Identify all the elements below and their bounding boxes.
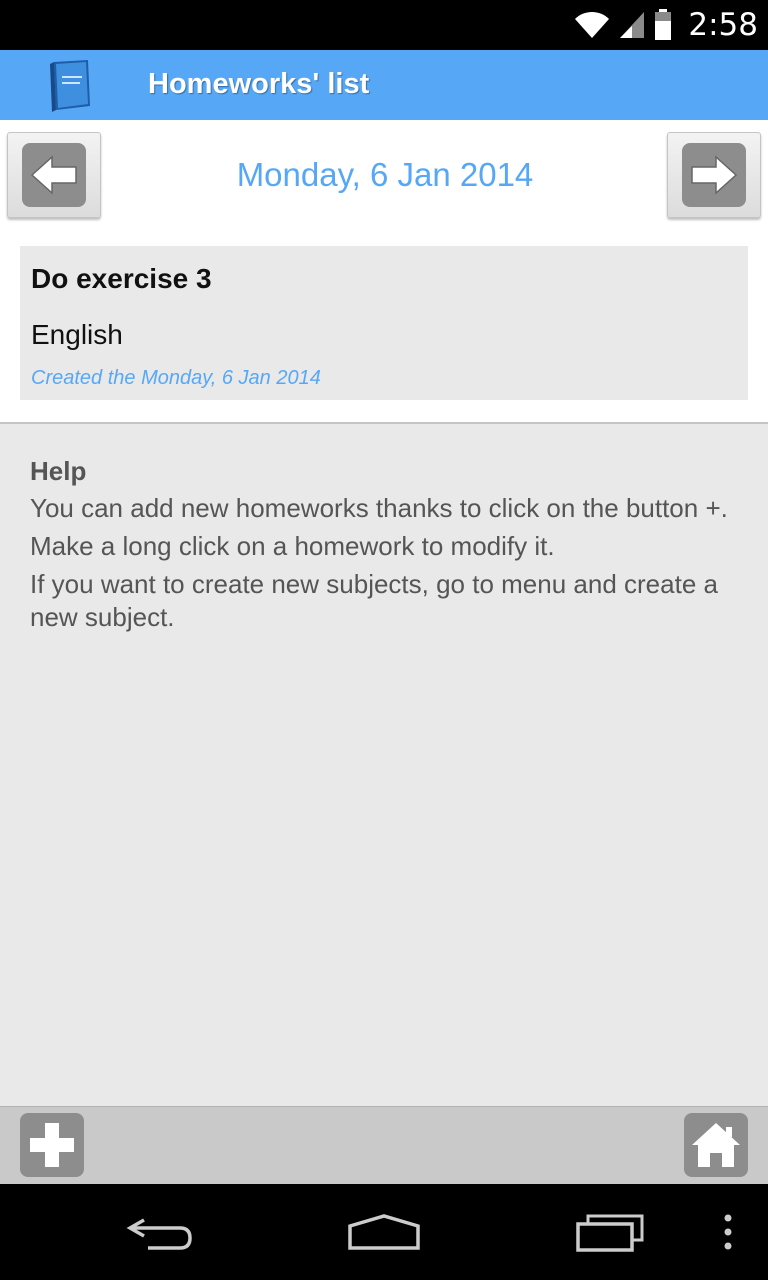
- homework-title: Do exercise 3: [31, 263, 212, 294]
- home-icon: [692, 1123, 740, 1167]
- date-area: Monday, 6 Jan 2014 Do exercise 3 English…: [0, 120, 768, 422]
- current-date: Monday, 6 Jan 2014: [236, 156, 534, 193]
- add-homework-button[interactable]: [20, 1113, 84, 1177]
- battery-icon: [655, 9, 672, 40]
- status-icons: 2:58: [574, 6, 758, 44]
- help-title: Help: [30, 456, 87, 486]
- home-button[interactable]: [684, 1113, 748, 1177]
- homework-item[interactable]: Do exercise 3 English Created the Monday…: [20, 246, 748, 400]
- arrow-right-icon: [691, 155, 738, 195]
- bottom-toolbar: [0, 1106, 768, 1184]
- status-bar: 2:58: [0, 0, 768, 50]
- cell-signal-icon: [620, 12, 645, 38]
- action-bar: Homeworks' list: [0, 50, 768, 120]
- help-line: Make a long click on a homework to modif…: [30, 531, 555, 561]
- next-day-icon-bg: [682, 143, 746, 207]
- help-line: If you want to create new subjects, go t…: [30, 569, 718, 632]
- homework-created-date: Created the Monday, 6 Jan 2014: [31, 367, 321, 389]
- arrow-left-icon: [30, 155, 77, 195]
- status-time: 2:58: [688, 7, 758, 43]
- recent-apps-icon[interactable]: [574, 1212, 646, 1252]
- home-outline-icon[interactable]: [346, 1212, 422, 1252]
- plus-icon: [30, 1123, 74, 1167]
- previous-day-button[interactable]: [7, 132, 101, 218]
- wifi-icon: [575, 11, 610, 38]
- help-section: Help You can add new homeworks thanks to…: [30, 455, 730, 639]
- next-day-button[interactable]: [667, 132, 761, 218]
- back-icon[interactable]: [124, 1212, 196, 1252]
- app-title: Homeworks' list: [148, 68, 370, 100]
- help-line: You can add new homeworks thanks to clic…: [30, 493, 728, 523]
- system-nav-bar: [0, 1184, 768, 1280]
- homework-subject: English: [31, 319, 123, 350]
- divider: [0, 422, 768, 424]
- previous-day-icon-bg: [22, 143, 86, 207]
- book-icon[interactable]: [48, 58, 94, 114]
- overflow-menu-icon[interactable]: [722, 1212, 734, 1252]
